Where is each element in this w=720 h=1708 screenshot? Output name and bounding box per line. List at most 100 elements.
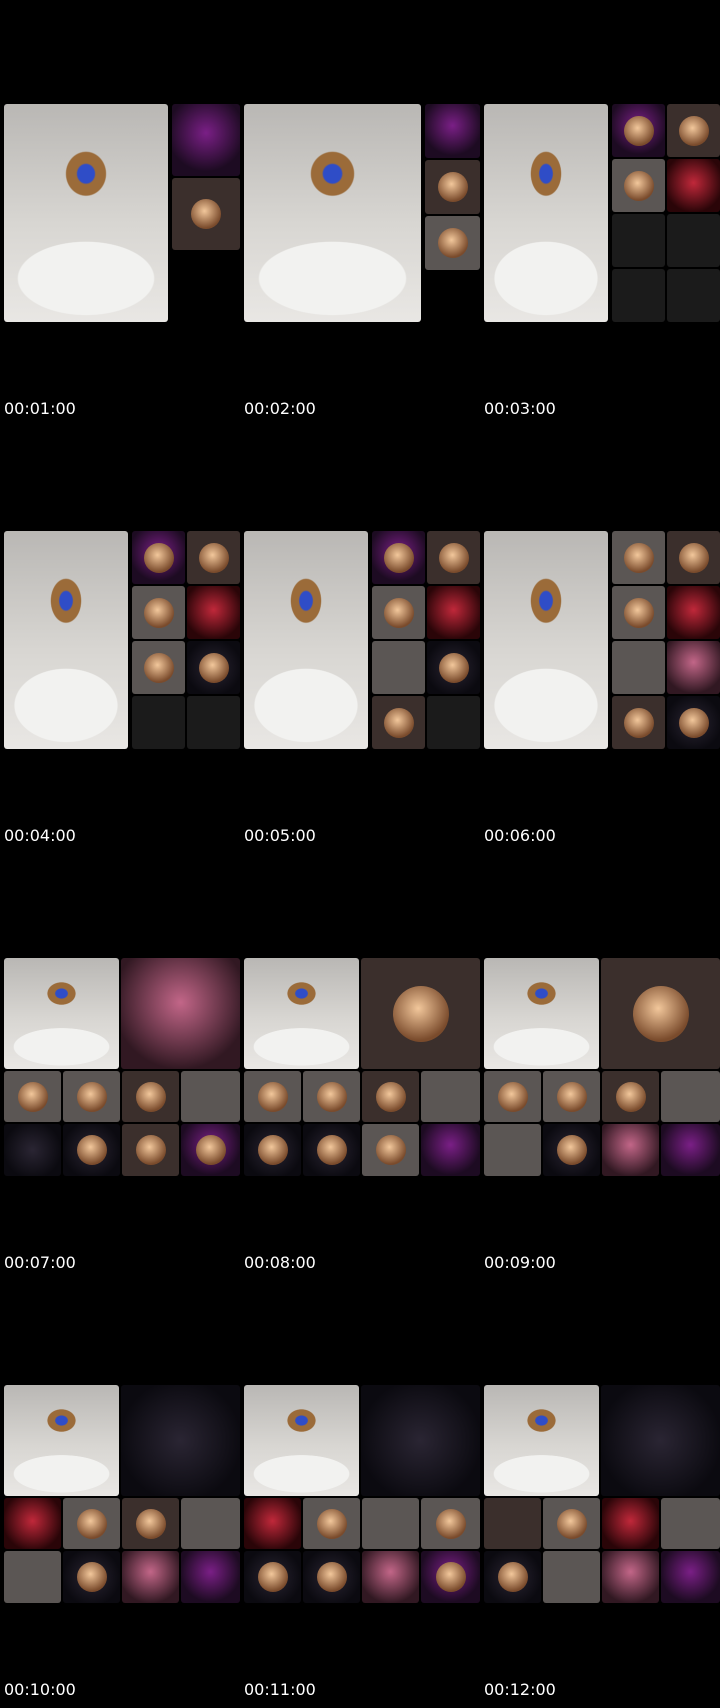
- avatar: [191, 199, 221, 229]
- participant-tile: [543, 1071, 600, 1122]
- participant-tile: [425, 160, 480, 214]
- timestamp: 00:04:00: [4, 826, 76, 845]
- participant-tile: [303, 1124, 360, 1176]
- avatar: [198, 542, 229, 573]
- timestamp: 00:03:00: [484, 399, 556, 418]
- participant-tile: [181, 1498, 240, 1549]
- participant-tile: [244, 1551, 301, 1603]
- participant-tile: [187, 531, 240, 584]
- avatar: [383, 597, 414, 628]
- frame-9: 00:09:00: [480, 854, 720, 1272]
- avatar: [135, 1135, 166, 1165]
- participant-tile: [667, 696, 720, 749]
- avatar: [76, 1562, 107, 1592]
- participant-tile: [667, 531, 720, 584]
- frame-thumbnail: [484, 958, 720, 1176]
- participant-tile: [244, 1498, 301, 1549]
- timestamp: 00:08:00: [244, 1253, 316, 1272]
- participant-tile: [244, 1071, 301, 1122]
- frame-2: 00:02:00: [240, 0, 480, 418]
- participant-tile: [132, 531, 185, 584]
- frame-thumbnail: [244, 104, 480, 322]
- frame-7: 00:07:00: [0, 854, 240, 1272]
- participant-tile: [372, 531, 425, 584]
- frame-10: 00:10:00: [0, 1281, 240, 1699]
- avatar: [316, 1081, 347, 1112]
- avatar: [76, 1135, 107, 1165]
- participant-tile: [543, 1551, 600, 1603]
- participant-tile: [362, 1498, 419, 1549]
- participant-tile: [122, 1071, 179, 1122]
- frame-thumbnail: [244, 958, 480, 1176]
- participant-tile: [612, 214, 665, 267]
- participant-tile: [132, 586, 185, 639]
- avatar: [556, 1081, 587, 1112]
- avatar: [392, 985, 449, 1042]
- participant-tile: [63, 1551, 120, 1603]
- participant-tile: [661, 1551, 720, 1603]
- participant-tile: [425, 216, 480, 270]
- main-video-tile: [244, 104, 421, 322]
- participant-tile: [661, 1498, 720, 1549]
- avatar: [556, 1135, 587, 1165]
- timestamp: 00:12:00: [484, 1680, 556, 1699]
- avatar: [195, 1135, 226, 1165]
- avatar: [438, 542, 469, 573]
- participant-tile: [181, 1551, 240, 1603]
- timestamp: 00:10:00: [4, 1680, 76, 1699]
- participant-tile: [543, 1498, 600, 1549]
- avatar: [678, 115, 709, 146]
- avatar: [497, 1562, 528, 1592]
- main-video-tile: [4, 958, 119, 1069]
- avatar: [497, 1081, 528, 1112]
- timestamp: 00:05:00: [244, 826, 316, 845]
- participant-tile: [484, 1124, 541, 1176]
- main-video-tile: [244, 1385, 359, 1496]
- participant-tile: [543, 1124, 600, 1176]
- avatar: [198, 652, 229, 683]
- participant-tile: [667, 104, 720, 157]
- main-video-tile: [4, 104, 168, 322]
- avatar: [135, 1081, 166, 1112]
- participant-tile: [612, 641, 665, 694]
- participant-tile: [121, 958, 240, 1069]
- frame-thumbnail: [4, 1385, 240, 1603]
- avatar: [17, 1081, 48, 1112]
- avatar: [623, 707, 654, 738]
- participant-tile: [121, 1385, 240, 1496]
- frame-thumbnail: [484, 531, 720, 749]
- avatar: [316, 1508, 347, 1539]
- participant-tile: [484, 1071, 541, 1122]
- frame-12: 00:12:00: [480, 1281, 720, 1699]
- participant-tile: [63, 1498, 120, 1549]
- frame-thumbnail: [244, 531, 480, 749]
- participant-tile: [602, 1124, 659, 1176]
- timestamp: 00:02:00: [244, 399, 316, 418]
- frame-3: 00:03:00: [480, 0, 720, 418]
- participant-tile: [602, 1498, 659, 1549]
- participant-tile: [362, 1124, 419, 1176]
- avatar: [257, 1135, 288, 1165]
- participant-tile: [303, 1498, 360, 1549]
- participant-tile: [421, 1551, 480, 1603]
- participant-tile: [361, 1385, 480, 1496]
- avatar: [76, 1081, 107, 1112]
- participant-tile: [612, 531, 665, 584]
- participant-tile: [602, 1551, 659, 1603]
- avatar: [316, 1135, 347, 1165]
- participant-tile: [132, 696, 185, 749]
- avatar: [615, 1081, 646, 1112]
- participant-tile: [612, 159, 665, 212]
- participant-tile: [601, 958, 720, 1069]
- participant-tile: [427, 531, 480, 584]
- participant-tile: [667, 214, 720, 267]
- timestamp: 00:06:00: [484, 826, 556, 845]
- avatar: [257, 1562, 288, 1592]
- participant-tile: [132, 641, 185, 694]
- participant-tile: [172, 178, 240, 250]
- avatar: [143, 597, 174, 628]
- participant-tile: [612, 269, 665, 322]
- participant-tile: [4, 1551, 61, 1603]
- frame-thumbnail: [244, 1385, 480, 1603]
- frame-5: 00:05:00: [240, 427, 480, 845]
